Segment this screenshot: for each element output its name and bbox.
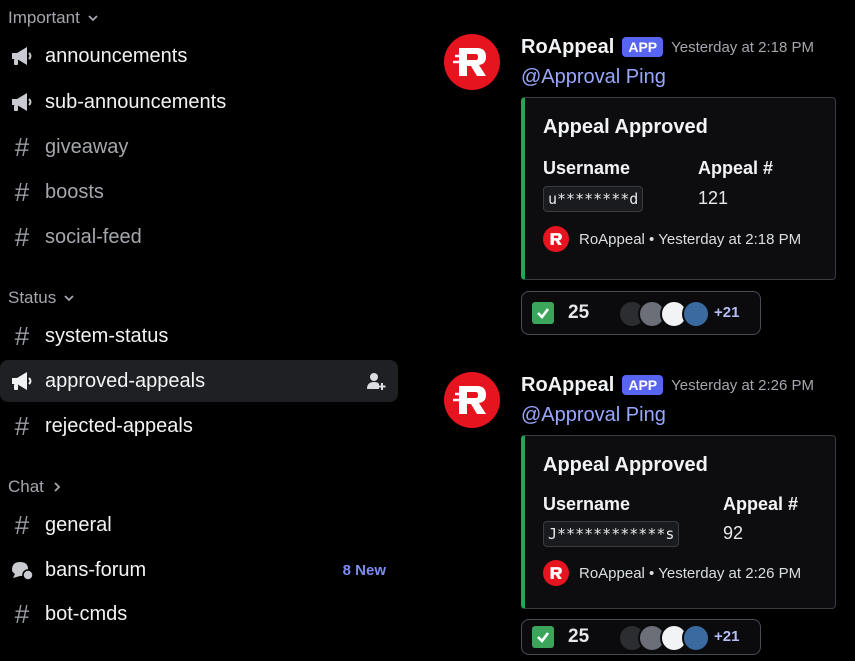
author-name[interactable]: RoAppeal (521, 374, 614, 397)
appeal-number: 121 (698, 188, 729, 208)
embed: Appeal Approved Username Appeal # J*****… (521, 435, 836, 609)
category-label: Status (8, 288, 57, 307)
footer-author: RoAppeal (579, 564, 645, 582)
reaction-button[interactable]: 25 +21 (521, 619, 761, 655)
hash-icon: # (14, 411, 30, 441)
category-chat[interactable]: Chat (8, 477, 64, 497)
field-name: Username (543, 494, 631, 514)
author-name[interactable]: RoAppeal (521, 36, 614, 59)
forum-icon (8, 556, 36, 584)
more-reactors: +21 (714, 304, 740, 321)
channel-boosts[interactable]: # boosts (0, 171, 398, 213)
channel-name: system-status (45, 324, 169, 347)
field-name: Appeal # (698, 158, 774, 178)
channel-rejected-appeals[interactable]: # rejected-appeals (0, 405, 398, 447)
role-mention[interactable]: @Approval Ping (521, 404, 855, 427)
app-tag: APP (622, 37, 664, 57)
reactor-avatars (618, 624, 728, 652)
role-mention[interactable]: @Approval Ping (521, 66, 855, 89)
reactor-avatars (618, 300, 728, 328)
message: RoAppeal APP Yesterday at 2:26 PM @Appro… (444, 372, 855, 661)
channel-system-status[interactable]: # system-status (0, 315, 398, 357)
channel-name: bot-cmds (45, 602, 128, 625)
footer-avatar (543, 560, 569, 586)
category-status[interactable]: Status (8, 288, 76, 308)
channel-name: approved-appeals (45, 369, 206, 392)
check-mark-icon (532, 626, 554, 648)
embed-title: Appeal Approved (543, 454, 708, 476)
username-code: u********d (543, 186, 644, 212)
timestamp: Yesterday at 2:26 PM (671, 376, 815, 394)
hash-icon: # (14, 599, 30, 629)
channel-name: boosts (45, 180, 104, 203)
channel-announcements[interactable]: announcements (0, 35, 398, 77)
hash-icon: # (14, 132, 30, 162)
channel-giveaway[interactable]: # giveaway (0, 126, 398, 168)
channel-bans-forum[interactable]: bans-forum 8 New (0, 549, 398, 591)
reactor-avatar (682, 300, 710, 328)
channel-name: social-feed (45, 225, 142, 248)
appeal-number: 92 (723, 523, 744, 543)
hash-icon: # (14, 222, 30, 252)
reaction-count: 25 (568, 302, 590, 323)
channel-sidebar: Important announcements sub-announcement… (0, 0, 400, 661)
reaction-count: 25 (568, 626, 590, 647)
check-mark-icon (532, 302, 554, 324)
channel-name: giveaway (45, 135, 129, 158)
channel-name: sub-announcements (45, 90, 227, 113)
hash-icon: # (14, 510, 30, 540)
chevron-down-icon (86, 11, 100, 25)
footer-time: Yesterday at 2:26 PM (658, 564, 802, 582)
chevron-down-icon (62, 291, 76, 305)
channel-name: announcements (45, 44, 188, 67)
megaphone-icon (8, 42, 36, 70)
timestamp: Yesterday at 2:18 PM (671, 38, 815, 56)
add-member-icon[interactable] (366, 371, 386, 391)
channel-general[interactable]: # general (0, 504, 398, 546)
reactor-avatar (682, 624, 710, 652)
field-name: Appeal # (723, 494, 799, 514)
embed-title: Appeal Approved (543, 116, 708, 138)
reaction-button[interactable]: 25 +21 (521, 291, 761, 335)
category-label: Chat (8, 477, 44, 496)
message: RoAppeal APP Yesterday at 2:18 PM @Appro… (444, 34, 855, 340)
avatar[interactable] (444, 34, 500, 90)
megaphone-icon (8, 367, 36, 395)
footer-author: RoAppeal (579, 230, 645, 248)
new-posts-badge[interactable]: 8 New (343, 562, 386, 579)
channel-sub-announcements[interactable]: sub-announcements (0, 81, 398, 123)
footer-time: Yesterday at 2:18 PM (658, 230, 802, 248)
field-name: Username (543, 158, 631, 178)
channel-social-feed[interactable]: # social-feed (0, 216, 398, 258)
hash-icon: # (14, 177, 30, 207)
category-label: Important (8, 8, 80, 27)
username-code: J************s (543, 521, 680, 547)
channel-name: general (45, 513, 112, 536)
app-tag: APP (622, 375, 664, 395)
embed-footer: RoAppeal • Yesterday at 2:26 PM (543, 560, 801, 586)
chevron-right-icon (50, 480, 64, 494)
category-important[interactable]: Important (8, 8, 100, 28)
hash-icon: # (14, 321, 30, 351)
channel-bot-cmds[interactable]: # bot-cmds (0, 593, 398, 635)
channel-approved-appeals[interactable]: approved-appeals (0, 360, 398, 402)
megaphone-icon (8, 88, 36, 116)
more-reactors: +21 (714, 628, 740, 645)
footer-avatar (543, 226, 569, 252)
channel-name: bans-forum (45, 558, 147, 581)
avatar[interactable] (444, 372, 500, 428)
embed: Appeal Approved Username Appeal # u*****… (521, 97, 836, 280)
channel-name: rejected-appeals (45, 414, 193, 437)
embed-footer: RoAppeal • Yesterday at 2:18 PM (543, 226, 801, 252)
